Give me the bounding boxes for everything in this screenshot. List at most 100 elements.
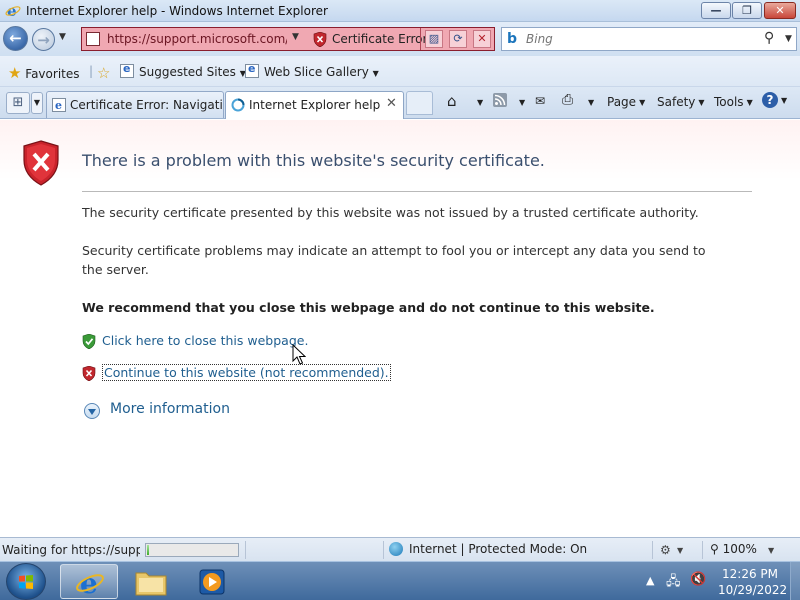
show-hidden-icons-icon[interactable]: ▲ [646,574,654,587]
show-desktop-button[interactable] [790,562,800,600]
address-dropdown-icon[interactable]: ▼ [292,32,299,42]
status-divider [702,541,703,559]
back-button[interactable]: ← [3,26,28,51]
web-slice-gallery-label: Web Slice Gallery [264,65,369,79]
add-favorite-star-icon: ☆ [97,64,111,82]
safety-menu-label: Safety [657,95,696,109]
page-menu[interactable]: Page ▼ [607,95,645,109]
zoom-level-button[interactable]: ⚲ 100% [710,542,757,556]
status-text: Waiting for https://support.microsoft.co… [2,543,140,557]
navigation-bar: ← → ▼ https://support.microsoft.com/en ▼… [0,22,800,56]
rss-icon [493,93,507,107]
status-bar: Waiting for https://support.microsoft.co… [0,537,800,561]
feeds-dropdown-icon[interactable]: ▼ [516,95,525,109]
tools-menu-label: Tools [714,95,744,109]
svg-text:e: e [55,99,62,112]
popup-dropdown-icon[interactable]: ▼ [677,546,683,555]
quick-tabs-icon: ⊞ [12,95,24,110]
warning-paragraph: Security certificate problems may indica… [82,243,706,277]
more-information-toggle[interactable]: More information [84,401,264,421]
continue-link-text[interactable]: Continue to this website (not recommende… [102,364,391,381]
media-player-icon [199,569,225,595]
page-menu-label: Page [607,95,637,109]
close-tab-icon[interactable]: ✕ [386,96,397,111]
print-icon[interactable]: ⎙ [562,92,573,108]
security-zone-indicator[interactable]: Internet | Protected Mode: On [389,542,587,556]
expand-chevron-icon [84,403,100,419]
zoom-dropdown-icon[interactable]: ▼ [768,546,774,555]
tab-list-dropdown[interactable]: ▼ [31,92,43,114]
internet-explorer-icon: e [5,3,21,19]
maximize-button[interactable]: ❐ [732,2,762,19]
favorites-divider: | [89,64,94,78]
progress-fill [147,545,149,555]
safety-menu[interactable]: Safety ▼ [657,95,705,109]
page-icon [86,32,100,46]
print-dropdown-icon[interactable]: ▼ [585,95,594,109]
system-clock[interactable]: 12:26 PM 10/29/2022 [718,566,787,598]
ie-page-icon [245,62,259,78]
security-zone-text: Internet | Protected Mode: On [409,542,588,556]
minimize-button[interactable]: — [701,2,731,19]
web-slice-gallery-button[interactable]: Web Slice Gallery ▼ [245,62,379,79]
back-arrow-icon: ← [9,29,22,47]
search-options-dropdown-icon[interactable]: ▼ [785,34,792,44]
favorites-star-icon: ★ [8,64,22,82]
recent-pages-dropdown-icon[interactable]: ▼ [59,32,66,42]
stop-icon[interactable]: ✕ [473,30,491,48]
rss-feeds-icon[interactable] [493,93,507,110]
window-title: Internet Explorer help - Windows Interne… [26,4,328,18]
svg-text:e: e [80,568,98,598]
help-menu[interactable]: ? ▼ [762,92,787,108]
forward-arrow-icon: → [37,31,50,49]
tab-label: Internet Explorer help [249,98,381,112]
suggested-sites-button[interactable]: Suggested Sites ▼ [120,62,246,79]
taskbar-windows-explorer[interactable] [122,564,180,599]
search-icon[interactable]: ⚲ [764,30,774,46]
tab-internet-explorer-help[interactable]: Internet Explorer help ✕ [225,91,404,119]
forward-button[interactable]: → [32,28,55,51]
window-title-bar[interactable]: e Internet Explorer help - Windows Inter… [0,0,800,22]
status-divider [652,541,653,559]
ie-page-icon [120,62,134,78]
chevron-down-icon: ▼ [33,98,41,107]
favorites-button[interactable]: ★ Favorites [8,64,80,82]
certificate-error-shield-icon[interactable] [313,32,327,47]
tab-label: Certificate Error: Navigatio... [70,98,223,112]
home-dropdown-icon[interactable]: ▼ [474,95,483,109]
read-mail-icon[interactable]: ✉ [535,94,545,108]
address-url[interactable]: https://support.microsoft.com/en [107,32,287,46]
red-x-shield-icon [82,366,96,381]
globe-icon [389,542,403,556]
mouse-pointer-icon [292,344,306,365]
popup-blocker-icon[interactable]: ⚙ [660,543,671,557]
status-divider [383,541,384,559]
quick-tabs-button[interactable]: ⊞ [6,92,30,114]
compatibility-view-icon[interactable]: ▨ [425,30,443,48]
volume-muted-icon[interactable]: 🔇 [690,572,706,587]
address-bar[interactable]: https://support.microsoft.com/en ▼ Certi… [81,27,495,51]
windows-taskbar: e ▲ 🖧 🔇 12:26 PM 10/29/2022 [0,561,800,600]
loading-spinner-icon [231,98,245,112]
new-tab-button[interactable] [406,91,433,115]
add-to-favorites-bar-button[interactable]: ☆ [97,64,110,82]
home-icon[interactable]: ⌂ [447,92,457,110]
tab-certificate-error[interactable]: e Certificate Error: Navigatio... [46,91,224,118]
search-input[interactable] [526,30,756,48]
page-title: There is a problem with this website's s… [82,151,545,170]
close-webpage-link-text[interactable]: Click here to close this webpage. [102,333,308,348]
taskbar-windows-media-player[interactable] [184,564,242,599]
certificate-error-label[interactable]: Certificate Error [332,32,427,46]
taskbar-internet-explorer[interactable]: e [60,564,118,599]
search-box[interactable]: b ⚲ ▼ [501,27,797,51]
continue-to-website-link[interactable]: Continue to this website (not recommende… [82,364,391,383]
close-window-button[interactable]: ✕ [764,2,796,19]
page-load-progress-bar [145,543,239,557]
tools-menu[interactable]: Tools ▼ [714,95,753,109]
explanation-paragraph: The security certificate presented by th… [82,205,699,220]
refresh-icon[interactable]: ⟳ [449,30,467,48]
minimize-icon: — [710,4,722,17]
start-button[interactable] [6,563,46,600]
network-icon[interactable]: 🖧 [666,572,681,594]
windows-logo-icon [19,575,33,589]
